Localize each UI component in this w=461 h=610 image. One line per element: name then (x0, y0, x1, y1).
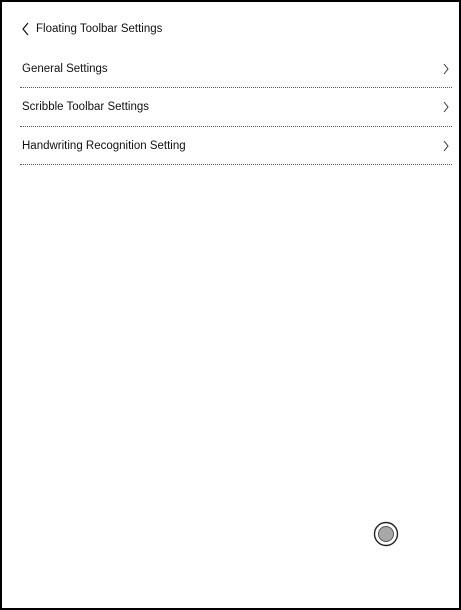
chevron-right-icon (442, 101, 450, 113)
floating-ball-icon (373, 521, 399, 547)
settings-item-label: General Settings (22, 62, 108, 75)
settings-item-general[interactable]: General Settings (20, 50, 452, 88)
chevron-left-icon[interactable] (20, 21, 32, 37)
chevron-right-icon (442, 63, 450, 75)
settings-item-scribble-toolbar[interactable]: Scribble Toolbar Settings (20, 89, 452, 127)
settings-item-label: Handwriting Recognition Setting (22, 139, 186, 152)
back-navigation[interactable]: Floating Toolbar Settings (20, 18, 162, 40)
settings-item-handwriting-recognition[interactable]: Handwriting Recognition Setting (20, 127, 452, 165)
settings-list: General Settings Scribble Toolbar Settin… (20, 50, 452, 165)
app-window: Floating Toolbar Settings General Settin… (0, 0, 461, 610)
settings-item-label: Scribble Toolbar Settings (22, 101, 149, 113)
page-title: Floating Toolbar Settings (36, 23, 163, 35)
chevron-right-icon (442, 140, 450, 152)
floating-ball-button[interactable] (373, 521, 399, 547)
